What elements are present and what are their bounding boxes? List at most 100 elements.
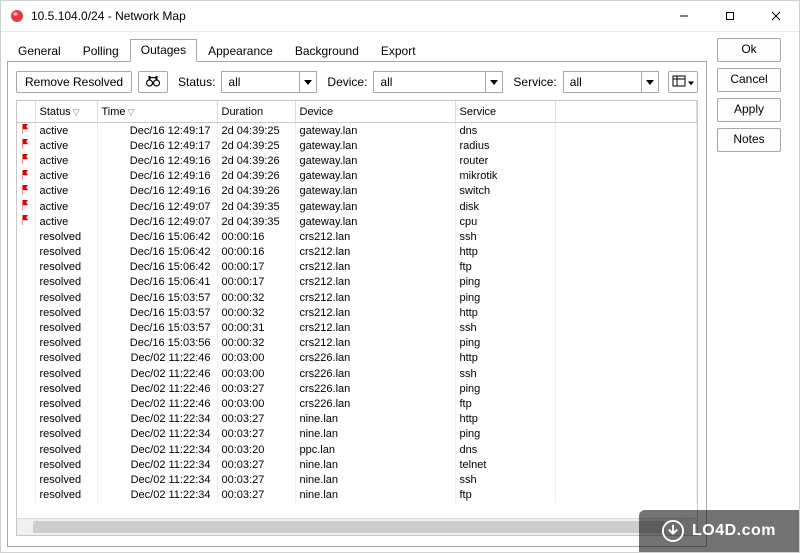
notes-button[interactable]: Notes — [717, 128, 781, 152]
cell-device: crs226.lan — [295, 366, 455, 381]
cell-service: switch — [455, 184, 555, 199]
table-row[interactable]: activeDec/16 12:49:072d 04:39:35gateway.… — [17, 214, 697, 229]
cell-rest — [555, 199, 697, 214]
horizontal-scrollbar[interactable] — [17, 518, 681, 535]
cell-time: Dec/16 15:03:57 — [97, 305, 217, 320]
table-row[interactable]: resolvedDec/02 11:22:3400:03:27nine.lans… — [17, 472, 697, 487]
tab-outages[interactable]: Outages — [130, 39, 197, 62]
tab-export[interactable]: Export — [370, 40, 427, 62]
chevron-down-icon — [299, 72, 316, 92]
cell-service: radius — [455, 138, 555, 153]
cell-time: Dec/02 11:22:46 — [97, 366, 217, 381]
table-row[interactable]: resolvedDec/02 11:22:3400:03:27nine.lanp… — [17, 427, 697, 442]
view-options-button[interactable] — [668, 71, 698, 93]
toolbar: Remove Resolved Status: all Device: all — [16, 70, 698, 94]
tab-general[interactable]: General — [7, 40, 72, 62]
cell-rest — [555, 260, 697, 275]
status-filter-combo[interactable]: all — [221, 71, 317, 93]
table-row[interactable]: resolvedDec/02 11:22:3400:03:27nine.lanh… — [17, 412, 697, 427]
table-row[interactable]: activeDec/16 12:49:172d 04:39:25gateway.… — [17, 138, 697, 153]
cell-time: Dec/16 15:03:57 — [97, 320, 217, 335]
cell-service: ftp — [455, 488, 555, 503]
cell-rest — [555, 412, 697, 427]
table-row[interactable]: resolvedDec/02 11:22:3400:03:27nine.lanf… — [17, 488, 697, 503]
cell-device: crs226.lan — [295, 351, 455, 366]
cell-flag — [17, 396, 35, 411]
cell-service: ping — [455, 336, 555, 351]
cell-rest — [555, 245, 697, 260]
apply-button[interactable]: Apply — [717, 98, 781, 122]
status-filter-label: Status: — [178, 75, 215, 89]
table-row[interactable]: activeDec/16 12:49:172d 04:39:25gateway.… — [17, 123, 697, 138]
tab-appearance[interactable]: Appearance — [197, 40, 284, 62]
table-row[interactable]: resolvedDec/16 15:03:5700:00:31crs212.la… — [17, 320, 697, 335]
table-row[interactable]: resolvedDec/16 15:03:5600:00:32crs212.la… — [17, 336, 697, 351]
outages-grid[interactable]: Status▽Time▽DurationDeviceService active… — [16, 100, 698, 536]
cell-rest — [555, 184, 697, 199]
cell-flag — [17, 488, 35, 503]
table-row[interactable]: resolvedDec/02 11:22:3400:03:27nine.lant… — [17, 457, 697, 472]
cell-flag — [17, 366, 35, 381]
ok-button[interactable]: Ok — [717, 38, 781, 62]
column-header[interactable]: Time▽ — [97, 101, 217, 123]
cell-rest — [555, 336, 697, 351]
service-filter-combo[interactable]: all — [563, 71, 659, 93]
cell-rest — [555, 366, 697, 381]
table-row[interactable]: resolvedDec/02 11:22:3400:03:20ppc.landn… — [17, 442, 697, 457]
cell-service: disk — [455, 199, 555, 214]
column-header[interactable] — [17, 101, 35, 123]
tab-background[interactable]: Background — [284, 40, 370, 62]
close-button[interactable] — [753, 1, 799, 31]
cell-service: ping — [455, 381, 555, 396]
cell-duration: 2d 04:39:26 — [217, 153, 295, 168]
find-button[interactable] — [138, 71, 168, 93]
table-row[interactable]: activeDec/16 12:49:162d 04:39:26gateway.… — [17, 169, 697, 184]
table-row[interactable]: resolvedDec/16 15:03:5700:00:32crs212.la… — [17, 290, 697, 305]
table-row[interactable]: resolvedDec/16 15:06:4100:00:17crs212.la… — [17, 275, 697, 290]
minimize-button[interactable] — [661, 1, 707, 31]
table-row[interactable]: resolvedDec/16 15:06:4200:00:16crs212.la… — [17, 229, 697, 244]
service-filter-value: all — [570, 75, 582, 89]
cell-service: telnet — [455, 457, 555, 472]
column-header[interactable]: Status▽ — [35, 101, 97, 123]
table-row[interactable]: activeDec/16 12:49:162d 04:39:26gateway.… — [17, 184, 697, 199]
cell-status: active — [35, 214, 97, 229]
cancel-button[interactable]: Cancel — [717, 68, 781, 92]
cell-device: nine.lan — [295, 488, 455, 503]
chevron-down-icon — [688, 75, 694, 89]
maximize-button[interactable] — [707, 1, 753, 31]
table-row[interactable]: resolvedDec/02 11:22:4600:03:00crs226.la… — [17, 366, 697, 381]
table-row[interactable]: activeDec/16 12:49:162d 04:39:26gateway.… — [17, 153, 697, 168]
table-row[interactable]: resolvedDec/02 11:22:4600:03:00crs226.la… — [17, 351, 697, 366]
cell-device: crs212.lan — [295, 229, 455, 244]
table-row[interactable]: activeDec/16 12:49:072d 04:39:35gateway.… — [17, 199, 697, 214]
cell-time: Dec/16 15:03:56 — [97, 336, 217, 351]
table-row[interactable]: resolvedDec/02 11:22:4600:03:00crs226.la… — [17, 396, 697, 411]
column-header[interactable]: Duration — [217, 101, 295, 123]
cell-status: active — [35, 169, 97, 184]
column-header[interactable]: Device — [295, 101, 455, 123]
cell-duration: 2d 04:39:26 — [217, 169, 295, 184]
tab-polling[interactable]: Polling — [72, 40, 130, 62]
column-header[interactable] — [555, 101, 697, 123]
cell-duration: 2d 04:39:25 — [217, 123, 295, 138]
remove-resolved-button[interactable]: Remove Resolved — [16, 71, 132, 93]
cell-service: ping — [455, 290, 555, 305]
cell-device: crs226.lan — [295, 396, 455, 411]
table-row[interactable]: resolvedDec/16 15:06:4200:00:17crs212.la… — [17, 260, 697, 275]
table-row[interactable]: resolvedDec/02 11:22:4600:03:27crs226.la… — [17, 381, 697, 396]
table-row[interactable]: resolvedDec/16 15:03:5700:00:32crs212.la… — [17, 305, 697, 320]
cell-time: Dec/16 12:49:16 — [97, 184, 217, 199]
cell-service: ping — [455, 275, 555, 290]
cell-duration: 00:03:27 — [217, 412, 295, 427]
device-filter-value: all — [380, 75, 392, 89]
table-row[interactable]: resolvedDec/16 15:06:4200:00:16crs212.la… — [17, 245, 697, 260]
cell-device: gateway.lan — [295, 214, 455, 229]
flag-icon — [21, 139, 31, 152]
cell-status: resolved — [35, 351, 97, 366]
column-header[interactable]: Service — [455, 101, 555, 123]
cell-flag — [17, 260, 35, 275]
device-filter-combo[interactable]: all — [373, 71, 503, 93]
cell-device: nine.lan — [295, 412, 455, 427]
cell-time: Dec/02 11:22:34 — [97, 412, 217, 427]
